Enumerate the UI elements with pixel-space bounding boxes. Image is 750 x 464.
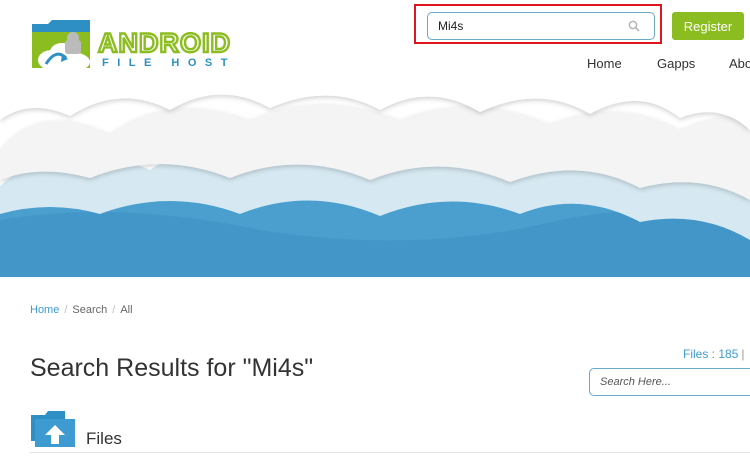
nav-home[interactable]: Home [587,56,622,71]
header-search-input[interactable] [436,18,630,34]
breadcrumb-search[interactable]: Search [72,304,107,316]
breadcrumb-all: All [120,304,133,316]
breadcrumb-home[interactable]: Home [30,304,59,316]
register-button[interactable]: Register [672,12,744,40]
main-nav: Home Gapps Abo [0,56,750,76]
nav-about[interactable]: Abo [729,56,750,71]
section-divider [30,452,750,453]
folder-upload-icon [31,411,75,447]
breadcrumb-separator: / [112,304,116,316]
results-search-box[interactable] [589,368,750,396]
breadcrumb: Home / Search / All [30,304,133,316]
hero-cloud-banner [0,90,750,277]
header-search-box[interactable] [427,12,655,40]
files-section-label: Files [86,429,122,448]
count-separator: | [741,347,745,361]
results-search-input[interactable] [598,375,750,389]
logo-word-android: ANDROID [98,28,231,58]
breadcrumb-separator: / [64,304,68,316]
page-title: Search Results for "Mi4s" [30,354,314,382]
search-icon[interactable] [628,20,640,32]
files-count: Files : 185 | [683,347,744,361]
files-count-link[interactable]: Files : 185 [683,347,738,361]
nav-gapps[interactable]: Gapps [657,56,695,71]
